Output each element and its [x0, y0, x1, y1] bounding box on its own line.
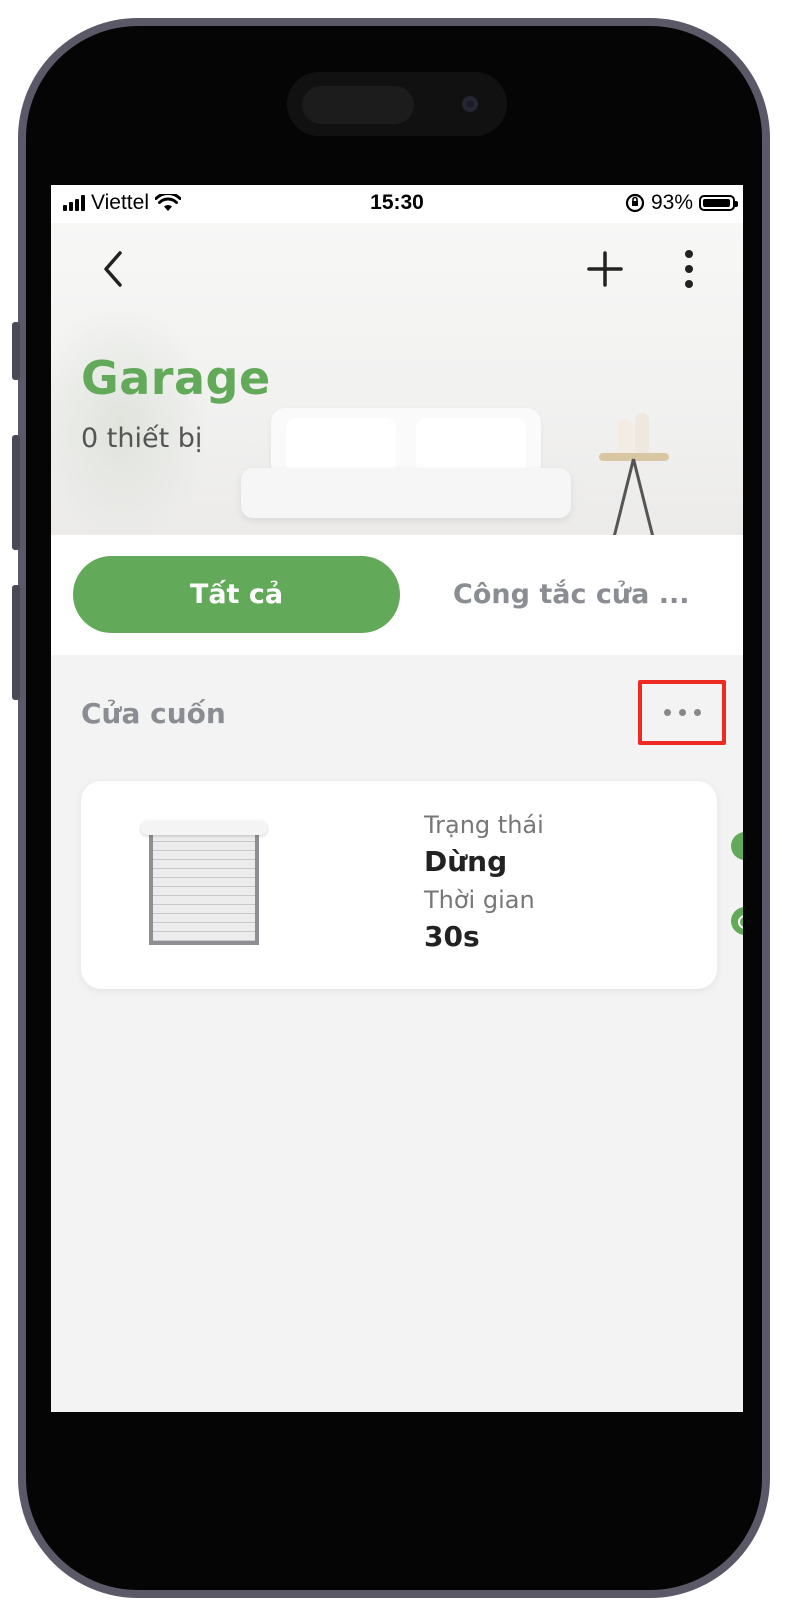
front-camera — [462, 96, 478, 112]
dot-icon — [678, 709, 686, 716]
app-screen: Viettel 15:30 93% Garage 0 thiết bị Tất … — [51, 185, 743, 1412]
status-bar: Viettel 15:30 93% — [51, 185, 743, 223]
more-options-button[interactable] — [665, 245, 713, 293]
tab-all[interactable]: Tất cả — [73, 556, 400, 633]
back-button[interactable] — [89, 245, 137, 293]
category-tabs: Tất cả Công tắc cửa ... — [51, 535, 743, 655]
room-title: Garage — [81, 351, 271, 405]
chevron-left-icon — [104, 251, 122, 287]
status-label: Trạng thái — [424, 811, 544, 839]
battery-icon — [699, 195, 738, 211]
vertical-dots-icon — [685, 250, 693, 288]
section-more-button[interactable] — [638, 680, 726, 745]
dot-icon — [663, 709, 671, 716]
tab-door-switch[interactable]: Công tắc cửa ... — [453, 556, 689, 633]
status-value: Dừng — [424, 845, 508, 878]
orientation-lock-icon — [625, 193, 645, 213]
plus-icon — [587, 251, 623, 287]
add-button[interactable] — [581, 245, 629, 293]
sofa-illustration — [241, 408, 571, 528]
info-icon: i — [731, 832, 743, 860]
rolling-shutter-icon — [141, 821, 267, 951]
battery-percent: 93% — [650, 191, 693, 214]
dot-icon — [693, 709, 701, 716]
room-header: Garage 0 thiết bị — [51, 223, 743, 535]
sensor-pill — [302, 86, 414, 124]
mute-switch — [12, 322, 20, 380]
volume-down-button — [12, 585, 20, 700]
duration-label: Thời gian — [424, 886, 535, 914]
duration-value: 30s — [424, 920, 480, 953]
device-card[interactable] — [81, 781, 717, 989]
plant-decoration — [51, 303, 211, 535]
side-table-illustration — [599, 413, 689, 535]
timer-icon — [731, 907, 743, 935]
section-title: Cửa cuốn — [81, 697, 226, 730]
volume-up-button — [12, 435, 20, 550]
device-count: 0 thiết bị — [81, 423, 203, 454]
